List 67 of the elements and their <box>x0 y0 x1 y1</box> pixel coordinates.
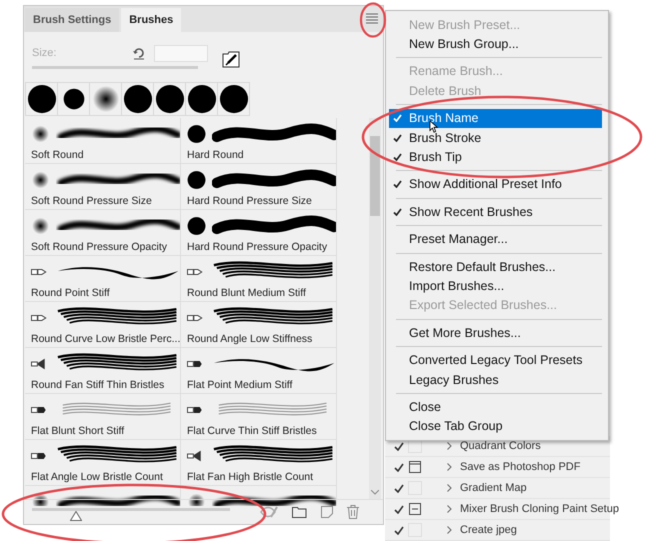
menu-item[interactable]: Restore Default Brushes... <box>389 257 602 276</box>
menu-item[interactable]: Close <box>389 397 602 417</box>
action-name[interactable]: Mixer Brush Cloning Paint Setup <box>460 503 619 515</box>
check-icon[interactable] <box>394 526 404 534</box>
brush-name[interactable]: Soft Round Pressure Size <box>31 195 180 207</box>
panel-tab[interactable]: Brush Settings <box>25 8 120 32</box>
folder-icon[interactable] <box>292 506 307 518</box>
recent-brush-icon[interactable] <box>122 84 152 114</box>
recent-brush-icon[interactable] <box>154 84 184 114</box>
visibility-icon[interactable] <box>260 506 278 518</box>
scrollbar[interactable] <box>369 118 381 499</box>
dialog-icon[interactable] <box>408 502 422 516</box>
expand-icon[interactable] <box>447 505 452 513</box>
brush-name[interactable]: Soft Round <box>31 149 180 161</box>
check-icon[interactable] <box>394 462 404 472</box>
brush-name[interactable]: Round Blunt Medium Stiff <box>187 287 336 299</box>
menu-item[interactable]: Brush Tip <box>389 147 602 166</box>
menu-item[interactable]: Brush Stroke <box>389 128 602 148</box>
menu-item[interactable]: Legacy Brushes <box>389 370 602 390</box>
recent-brush-icon[interactable] <box>26 84 56 114</box>
brush-name[interactable]: Round Point Stiff <box>31 287 180 299</box>
annotation-ellipse <box>358 1 388 39</box>
recent-brush-icon[interactable] <box>90 84 120 114</box>
action-name[interactable]: Create jpeg <box>460 524 517 536</box>
menu-item[interactable]: Brush Name <box>389 108 602 128</box>
size-label: Size: <box>32 47 58 59</box>
recent-brush-icon[interactable] <box>218 84 248 114</box>
slider-thumb[interactable] <box>70 511 82 521</box>
brush-name[interactable]: Round Angle Low Stiffness <box>187 333 336 345</box>
brush-name[interactable]: Flat Angle Low Bristle Count <box>31 471 180 483</box>
menu-item[interactable]: Preset Manager... <box>389 230 602 249</box>
brush-name[interactable]: Flat Fan High Bristle Count <box>187 471 336 483</box>
brush-name[interactable]: Soft Round Pressure Opacity <box>31 241 180 253</box>
menu-item[interactable]: Close Tab Group <box>389 416 602 436</box>
reset-icon[interactable] <box>132 46 146 60</box>
brush-name[interactable]: Flat Blunt Short Stiff <box>31 425 180 437</box>
delete-icon[interactable] <box>347 505 359 519</box>
check-icon[interactable] <box>394 504 404 514</box>
expand-icon[interactable] <box>447 442 452 450</box>
brush-name[interactable]: Round Fan Stiff Thin Bristles <box>31 379 180 391</box>
brush-name[interactable]: Flat Point Medium Stiff <box>187 379 336 391</box>
menu-item[interactable]: Get More Brushes... <box>389 323 602 342</box>
check-icon[interactable] <box>394 442 404 450</box>
brush-name[interactable]: Flat Curve Thin Stiff Bristles <box>187 425 336 437</box>
expand-icon[interactable] <box>447 463 452 471</box>
menu-item[interactable]: Converted Legacy Tool Presets <box>389 350 602 370</box>
recent-brush-icon[interactable] <box>186 84 216 114</box>
scroll-down-icon[interactable] <box>371 490 379 495</box>
brush-name[interactable]: Hard Round <box>187 149 336 161</box>
menu-item[interactable]: Import Brushes... <box>389 276 602 296</box>
brush-name[interactable]: Round Curve Low Bristle Perc... <box>31 333 180 345</box>
dialog-icon[interactable] <box>408 460 422 474</box>
brush-name[interactable]: Hard Round Pressure Size <box>187 195 336 207</box>
check-icon[interactable] <box>394 484 404 492</box>
panel-tab[interactable]: Brushes <box>121 8 182 32</box>
action-name[interactable]: Gradient Map <box>460 482 527 494</box>
menu-icon[interactable] <box>365 12 379 24</box>
menu-item[interactable]: New Brush Group... <box>389 34 602 54</box>
expand-icon[interactable] <box>447 484 452 492</box>
menu-item[interactable]: Show Recent Brushes <box>389 202 602 222</box>
brush-name[interactable]: Hard Round Pressure Opacity <box>187 241 336 253</box>
expand-icon[interactable] <box>447 526 452 534</box>
new-icon[interactable] <box>321 506 333 518</box>
menu-item[interactable]: Show Additional Preset Info <box>389 174 602 194</box>
scroll-thumb[interactable] <box>370 136 380 216</box>
brush-icon[interactable] <box>222 50 240 68</box>
size-field[interactable] <box>154 44 208 62</box>
